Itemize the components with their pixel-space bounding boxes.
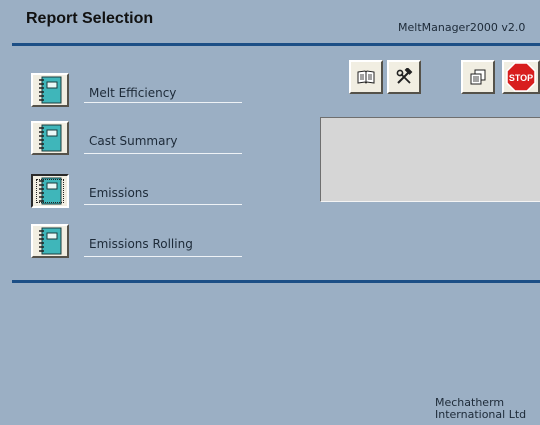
stop-sign-icon: STOP: [506, 62, 536, 92]
stop-button[interactable]: STOP: [502, 60, 540, 94]
cast-summary-underline: [84, 153, 242, 154]
cast-summary-label: Cast Summary: [89, 134, 178, 148]
emissions-underline: [84, 204, 242, 205]
copy-report-button[interactable]: [461, 60, 495, 94]
melt-efficiency-label: Melt Efficiency: [89, 86, 177, 100]
emissions-button[interactable]: [31, 174, 69, 208]
app-version: MeltManager2000 v2.0: [398, 21, 526, 34]
notebook-icon: [39, 76, 62, 104]
stop-label: STOP: [509, 73, 533, 83]
notebook-icon: [39, 177, 62, 205]
company-name: Mechatherm International Ltd: [435, 397, 526, 421]
emissions-rolling-label: Emissions Rolling: [89, 237, 193, 251]
emissions-rolling-underline: [84, 256, 242, 257]
notebook-icon: [39, 227, 62, 255]
melt-efficiency-underline: [84, 102, 242, 103]
emissions-label: Emissions: [89, 186, 149, 200]
melt-efficiency-button[interactable]: [31, 73, 69, 107]
cast-summary-button[interactable]: [31, 121, 69, 155]
emissions-rolling-button[interactable]: [31, 224, 69, 258]
page-title: Report Selection: [26, 10, 154, 27]
header-divider: [12, 43, 540, 46]
footer-divider: [12, 280, 540, 283]
tools-icon: [396, 68, 413, 84]
notebook-icon: [39, 124, 62, 152]
report-preview-panel: [320, 117, 540, 202]
tools-button[interactable]: [387, 60, 421, 94]
open-book-icon: [357, 70, 375, 84]
view-report-button[interactable]: [349, 60, 383, 94]
copy-pages-icon: [470, 69, 486, 85]
company-name-line2: International Ltd: [435, 408, 527, 421]
